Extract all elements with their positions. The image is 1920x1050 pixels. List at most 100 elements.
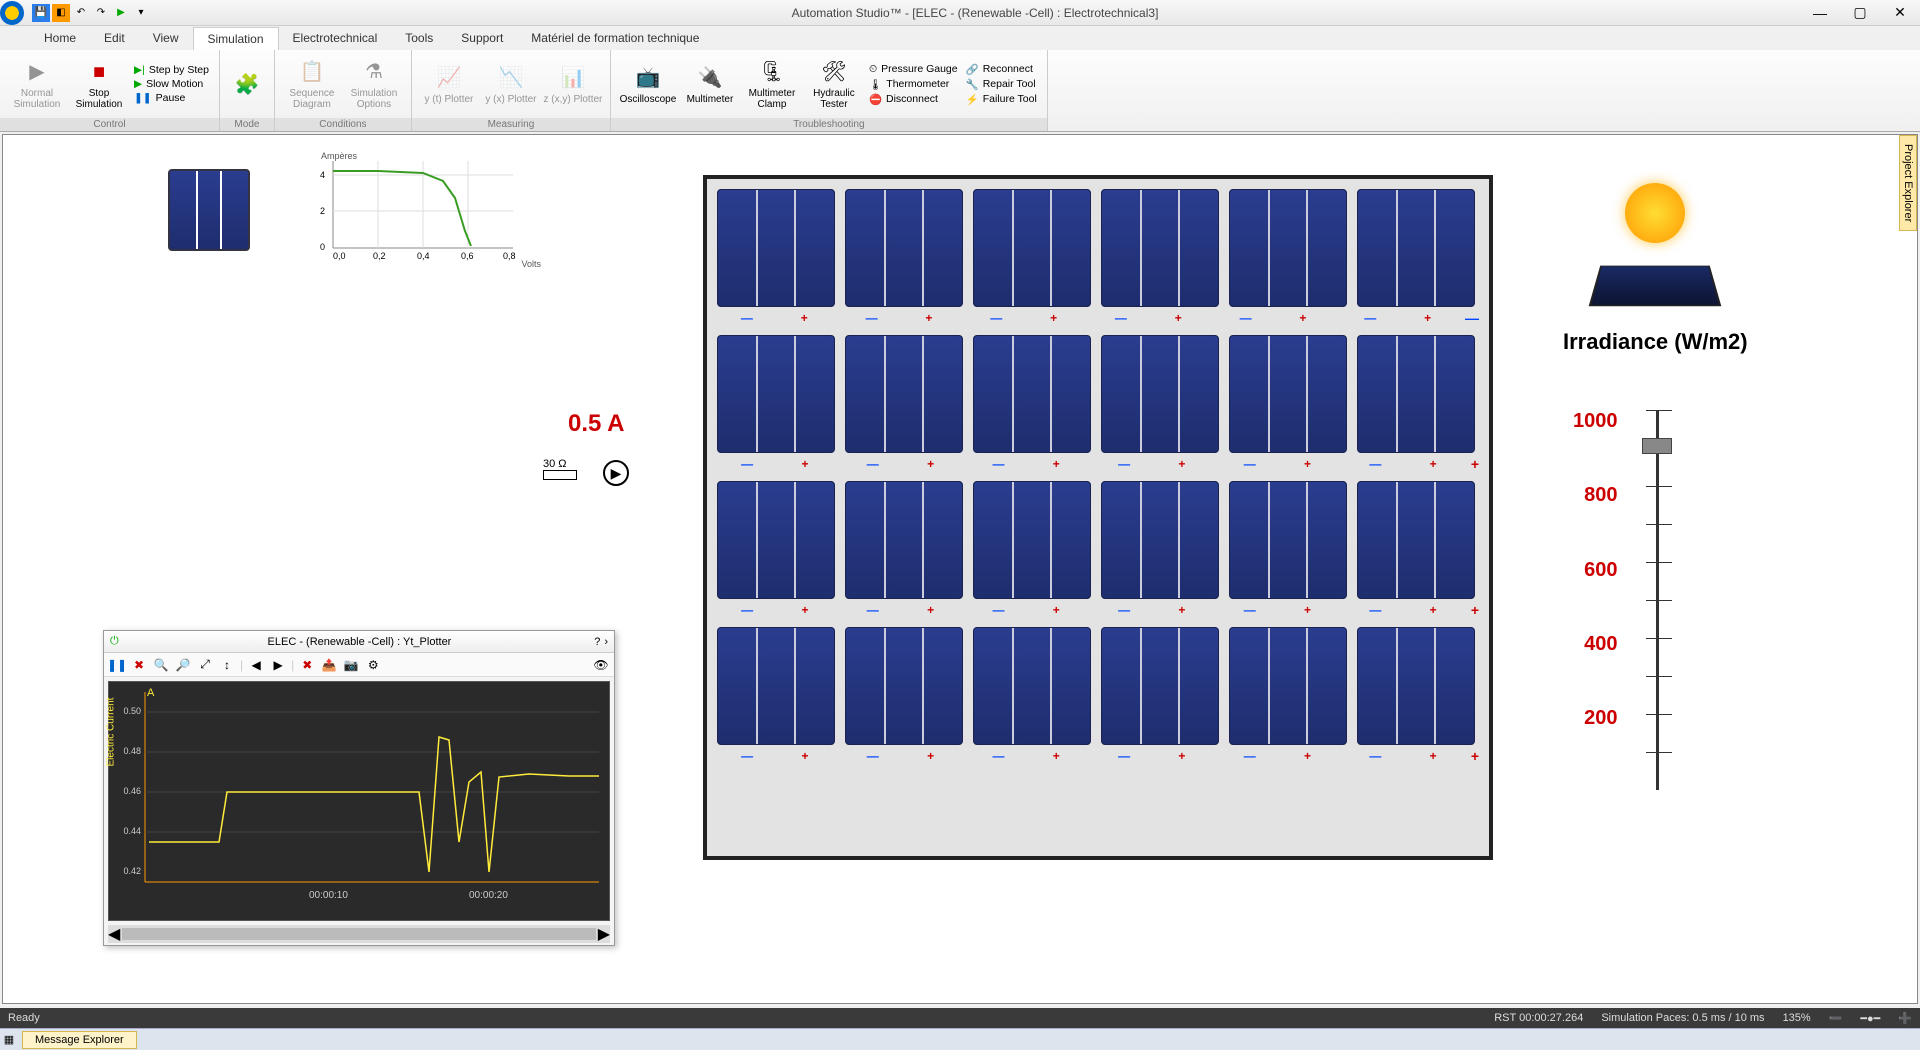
pressure-gauge-button[interactable]: ⏲Pressure Gauge [865, 62, 962, 77]
normal-simulation-button[interactable]: ▶Normal Simulation [6, 58, 68, 110]
solar-cell[interactable] [1101, 335, 1219, 453]
solar-cell[interactable] [845, 481, 963, 599]
solar-cell[interactable] [1357, 189, 1475, 307]
solar-cell[interactable] [1229, 335, 1347, 453]
solar-cell[interactable] [717, 481, 835, 599]
stop-simulation-button[interactable]: ■Stop Simulation [68, 58, 130, 110]
hydraulic-tester-button[interactable]: 🛠Hydraulic Tester [803, 58, 865, 110]
qat-dropdown-icon[interactable]: ▾ [132, 4, 150, 22]
cursor-icon[interactable]: ↕ [218, 656, 236, 674]
solar-cell[interactable] [1357, 335, 1475, 453]
slider-thumb[interactable] [1642, 438, 1672, 454]
qat-item-icon[interactable]: ◧ [52, 4, 70, 22]
power-icon[interactable]: ⏻ [110, 635, 119, 648]
solar-cell[interactable] [717, 627, 835, 745]
project-explorer-tab[interactable]: Project Explorer [1899, 135, 1917, 231]
zoom-slider[interactable]: ━●━ [1860, 1012, 1880, 1025]
slow-button[interactable]: ▶Slow Motion [130, 77, 213, 91]
scroll-right-icon[interactable]: ▶ [598, 924, 610, 944]
pause-icon[interactable]: ❚❚ [108, 656, 126, 674]
message-explorer-tab[interactable]: Message Explorer [22, 1031, 137, 1049]
delete-icon[interactable]: ✖ [298, 656, 316, 674]
solar-cell[interactable] [845, 189, 963, 307]
qat-redo-icon[interactable]: ↷ [92, 4, 110, 22]
solar-cell[interactable] [1101, 627, 1219, 745]
chevron-right-icon[interactable]: › [604, 636, 608, 648]
failure-tool-button[interactable]: ⚡Failure Tool [962, 92, 1041, 107]
multimeter-button[interactable]: 🔌Multimeter [679, 64, 741, 105]
thermometer-button[interactable]: 🌡Thermometer [865, 77, 962, 92]
taskbar-icon[interactable]: ▦ [0, 1033, 18, 1046]
plot-scrollbar[interactable]: ◀ ▶ [108, 925, 610, 943]
multimeter-clamp-button[interactable]: 🗜Multimeter Clamp [741, 58, 803, 110]
help-icon[interactable]: ? [594, 636, 600, 648]
app-logo-icon[interactable] [0, 1, 24, 25]
mode-icon[interactable]: 🧩 [233, 70, 261, 98]
snapshot-icon[interactable]: 📷 [342, 656, 360, 674]
zxy-plotter-button[interactable]: 📊z (x,y) Plotter [542, 64, 604, 105]
workspace-canvas[interactable]: Project Explorer Ampères 420 0,00,20,40,… [2, 134, 1918, 1004]
menu-training[interactable]: Matériel de formation technique [517, 27, 713, 49]
maximize-button[interactable]: ▢ [1840, 0, 1880, 26]
solar-panel-array[interactable]: —+—+—+—+—+—+——+—+—+—+—+—++—+—+—+—+—+—++—… [703, 175, 1493, 860]
single-cell-icon[interactable] [168, 169, 250, 251]
scroll-left-icon[interactable]: ◀ [108, 924, 120, 944]
menu-support[interactable]: Support [447, 27, 517, 49]
menu-view[interactable]: View [139, 27, 193, 49]
qat-play-icon[interactable]: ▶ [112, 4, 130, 22]
solar-cell[interactable] [1229, 627, 1347, 745]
menu-electrotechnical[interactable]: Electrotechnical [279, 27, 392, 49]
multimeter-icon: 🔌 [696, 64, 724, 92]
solar-cell[interactable] [845, 627, 963, 745]
minimize-button[interactable]: — [1800, 0, 1840, 26]
eye-icon[interactable]: 👁 [592, 656, 610, 674]
menu-simulation[interactable]: Simulation [193, 27, 279, 50]
qat-save-icon[interactable]: 💾 [32, 4, 50, 22]
zoom-in-icon[interactable]: 🔍 [152, 656, 170, 674]
close-button[interactable]: ✕ [1880, 0, 1920, 26]
solar-cell[interactable] [1357, 627, 1475, 745]
menu-home[interactable]: Home [30, 27, 90, 49]
solar-cell[interactable] [1229, 481, 1347, 599]
solar-cell[interactable] [1101, 189, 1219, 307]
marker-b-icon[interactable]: ▶ [269, 656, 287, 674]
solar-cell[interactable] [973, 335, 1091, 453]
oscilloscope-button[interactable]: 📺Oscilloscope [617, 64, 679, 105]
plot-area[interactable]: Electric Current A 0.50 0.48 0.46 0.44 0… [108, 681, 610, 921]
yx-icon: 📉 [497, 64, 525, 92]
export-icon[interactable]: 📤 [320, 656, 338, 674]
zoom-in-icon[interactable]: ➕ [1898, 1012, 1912, 1025]
status-bar: Ready RST 00:00:27.264 Simulation Paces:… [0, 1008, 1920, 1028]
plotter-window[interactable]: ⏻ ELEC - (Renewable -Cell) : Yt_Plotter … [103, 630, 615, 946]
zoom-out-icon[interactable]: 🔎 [174, 656, 192, 674]
menu-tools[interactable]: Tools [391, 27, 447, 49]
yx-plotter-button[interactable]: 📉y (x) Plotter [480, 64, 542, 105]
sequence-diagram-button[interactable]: 📋Sequence Diagram [281, 58, 343, 110]
slider-track[interactable] [1632, 410, 1682, 790]
solar-cell[interactable] [717, 189, 835, 307]
marker-a-icon[interactable]: ◀ [247, 656, 265, 674]
plotter-titlebar[interactable]: ⏻ ELEC - (Renewable -Cell) : Yt_Plotter … [104, 631, 614, 653]
solar-cell[interactable] [845, 335, 963, 453]
irradiance-slider[interactable]: 1000800600400200 [1573, 410, 1682, 790]
step-button[interactable]: ▶|Step by Step [130, 63, 213, 77]
solar-cell[interactable] [1357, 481, 1475, 599]
settings-icon[interactable]: ⚙ [364, 656, 382, 674]
repair-tool-button[interactable]: 🔧Repair Tool [962, 77, 1041, 92]
reconnect-button[interactable]: 🔗Reconnect [962, 62, 1041, 77]
solar-cell[interactable] [973, 627, 1091, 745]
solar-cell[interactable] [717, 335, 835, 453]
solar-cell[interactable] [973, 481, 1091, 599]
solar-cell[interactable] [1229, 189, 1347, 307]
yt-plotter-button[interactable]: 📈y (t) Plotter [418, 64, 480, 105]
disconnect-button[interactable]: ⛔Disconnect [865, 92, 962, 107]
pause-button[interactable]: ❚❚Pause [130, 91, 213, 105]
zoom-out-icon[interactable]: ➖ [1829, 1012, 1843, 1025]
menu-edit[interactable]: Edit [90, 27, 139, 49]
zoom-fit-icon[interactable]: ⤢ [196, 656, 214, 674]
clear-x-icon[interactable]: ✖ [130, 656, 148, 674]
simulation-options-button[interactable]: ⚗Simulation Options [343, 58, 405, 110]
solar-cell[interactable] [973, 189, 1091, 307]
solar-cell[interactable] [1101, 481, 1219, 599]
qat-undo-icon[interactable]: ↶ [72, 4, 90, 22]
